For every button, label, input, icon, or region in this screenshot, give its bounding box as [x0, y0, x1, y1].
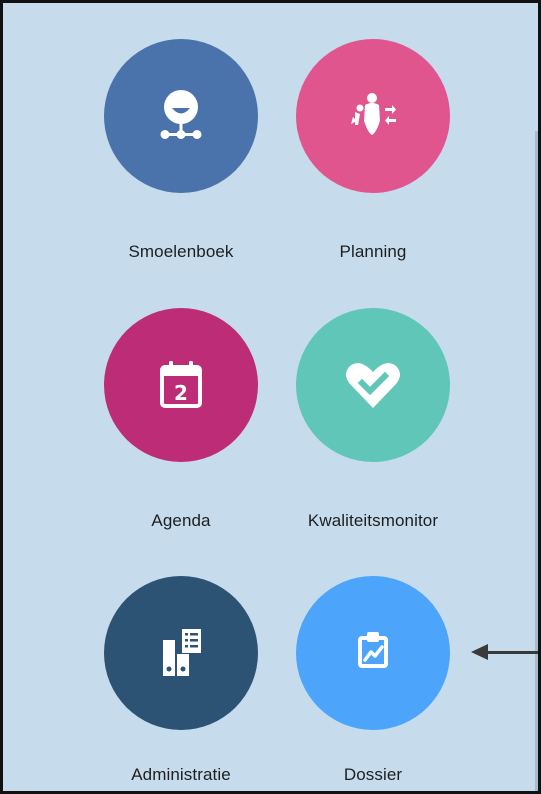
kwaliteitsmonitor-button[interactable] [296, 308, 450, 462]
administratie-button[interactable] [104, 576, 258, 730]
agenda-button[interactable]: 2 [104, 308, 258, 462]
vertical-scrollbar[interactable] [535, 131, 538, 791]
smoelenboek-button[interactable] [104, 39, 258, 193]
calendar-2-icon: 2 [146, 350, 216, 420]
binders-document-icon [146, 618, 216, 688]
people-arrows-icon [338, 81, 408, 151]
app-launcher-panel: Smoelenboek Planning 2 Agenda Kwaliteits… [0, 0, 541, 794]
planning-label: Planning [339, 242, 407, 261]
annotation-arrow-icon [471, 644, 488, 660]
dossier-label: Dossier [343, 765, 403, 784]
calendar-day-number: 2 [174, 381, 188, 405]
dossier-button[interactable] [296, 576, 450, 730]
heart-check-icon [338, 350, 408, 420]
smoelenboek-label: Smoelenboek [128, 242, 234, 261]
annotation-arrow-line [486, 651, 538, 654]
planning-button[interactable] [296, 39, 450, 193]
agenda-label: Agenda [151, 511, 211, 530]
administratie-label: Administratie [131, 765, 231, 784]
clipboard-chart-icon [338, 618, 408, 688]
faces-network-icon [146, 81, 216, 151]
kwaliteitsmonitor-label: Kwaliteitsmonitor [307, 511, 439, 530]
